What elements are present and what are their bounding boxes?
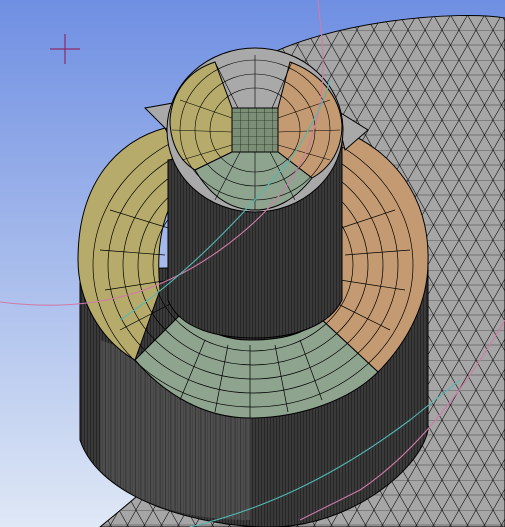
mesh-scene[interactable] [0,0,505,527]
graphics-viewport[interactable] [0,0,505,527]
crosshair-icon [50,34,80,64]
